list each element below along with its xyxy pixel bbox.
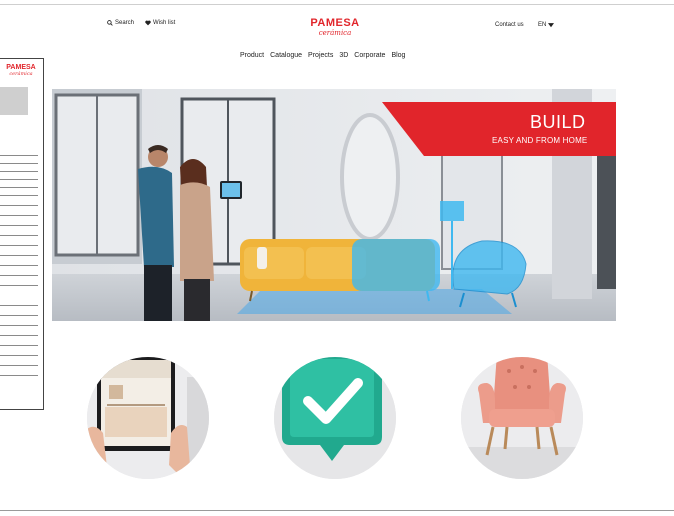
document-image	[0, 87, 28, 115]
nav-item-3d[interactable]: 3D	[339, 52, 348, 59]
document-logo-subtitle: cerámica	[9, 71, 33, 77]
feature-armchair-circle[interactable]	[461, 357, 583, 479]
wishlist-label: Wish list	[153, 20, 176, 26]
document-rule	[0, 265, 38, 266]
document-logo-wordmark: PAMESA	[6, 64, 36, 71]
document-rule	[0, 215, 38, 216]
document-rule	[0, 179, 38, 180]
document-rule	[0, 245, 38, 246]
document-rule	[0, 235, 38, 236]
document-rule	[0, 325, 38, 326]
document-rule	[0, 155, 38, 156]
search-link[interactable]: Search	[107, 20, 134, 26]
chevron-down-icon	[548, 22, 555, 27]
nav-item-blog[interactable]: Blog	[391, 52, 405, 59]
document-rule	[0, 171, 38, 172]
language-selector[interactable]: EN	[538, 22, 555, 28]
language-label: EN	[538, 22, 547, 28]
document-rule	[0, 355, 38, 356]
document-rule	[0, 315, 38, 316]
document-rule	[0, 225, 38, 226]
feature-check-circle[interactable]	[274, 357, 396, 479]
document-sheet: PAMESA cerámica	[0, 58, 44, 410]
document-rule	[0, 195, 38, 196]
armchair-icon	[461, 357, 583, 479]
document-rule	[0, 275, 38, 276]
site-logo[interactable]: PAMESA cerámica	[304, 17, 366, 38]
hero-subtitle: EASY AND FROM HOME	[492, 136, 588, 145]
hero-title: BUILD	[530, 112, 586, 132]
document-rule	[0, 187, 38, 188]
nav-item-catalogue[interactable]: Catalogue	[270, 52, 302, 59]
document-rule	[0, 375, 38, 376]
document-rule	[0, 365, 38, 366]
document-rule	[0, 305, 38, 306]
wishlist-link[interactable]: Wish list	[145, 20, 175, 26]
document-rule	[0, 205, 38, 206]
page-top-border	[0, 4, 674, 5]
tablet-kitchen-icon	[87, 357, 209, 479]
contact-link[interactable]: Contact us	[495, 22, 524, 28]
feature-tablet-circle[interactable]	[87, 357, 209, 479]
main-navigation: Product Catalogue Projects 3D Corporate …	[240, 52, 405, 59]
logo-subtitle: cerámica	[318, 29, 352, 37]
document-rule	[0, 255, 38, 256]
document-rule	[0, 345, 38, 346]
document-rule	[0, 285, 38, 286]
logo-wordmark: PAMESA	[310, 17, 360, 29]
heart-icon	[145, 20, 151, 26]
document-logo: PAMESA cerámica	[0, 64, 42, 77]
document-rule	[0, 163, 38, 164]
page-bottom-border	[0, 510, 674, 511]
search-label: Search	[115, 20, 135, 26]
document-rule	[0, 335, 38, 336]
search-icon	[107, 20, 113, 26]
nav-item-corporate[interactable]: Corporate	[354, 52, 385, 59]
nav-item-product[interactable]: Product	[240, 52, 264, 59]
checkmark-badge-icon	[274, 357, 396, 479]
nav-item-projects[interactable]: Projects	[308, 52, 333, 59]
